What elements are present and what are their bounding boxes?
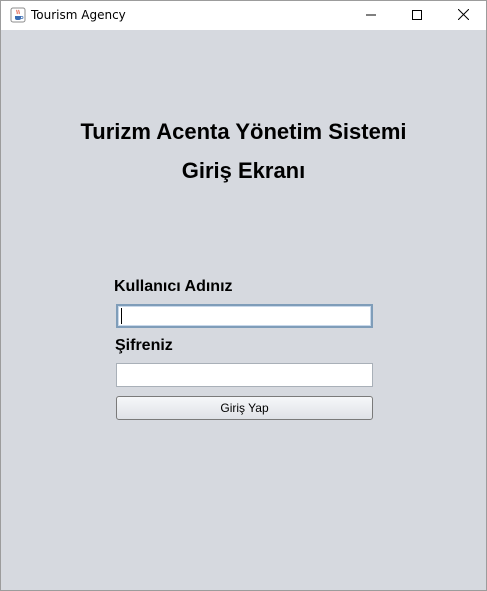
close-icon — [457, 7, 469, 25]
maximize-button[interactable] — [394, 1, 440, 30]
username-input[interactable] — [116, 304, 373, 328]
login-panel: Turizm Acenta Yönetim Sistemi Giriş Ekra… — [1, 30, 486, 590]
minimize-button[interactable] — [348, 1, 394, 30]
app-window: Tourism Agency Turizm Acenta Yönetim Sis… — [0, 0, 487, 591]
text-caret — [121, 308, 122, 324]
page-title: Turizm Acenta Yönetim Sistemi — [80, 119, 407, 144]
username-label: Kullanıcı Adınız — [114, 278, 233, 295]
close-button[interactable] — [440, 1, 486, 30]
title-bar[interactable]: Tourism Agency — [1, 1, 486, 30]
java-cup-icon — [10, 7, 26, 23]
page-subtitle: Giriş Ekranı — [181, 158, 306, 183]
password-input[interactable] — [116, 363, 373, 387]
window-title: Tourism Agency — [31, 8, 126, 22]
login-button[interactable]: Giriş Yap — [116, 396, 373, 420]
minimize-icon — [366, 7, 376, 25]
maximize-icon — [412, 7, 422, 25]
password-label: Şifreniz — [115, 337, 173, 354]
